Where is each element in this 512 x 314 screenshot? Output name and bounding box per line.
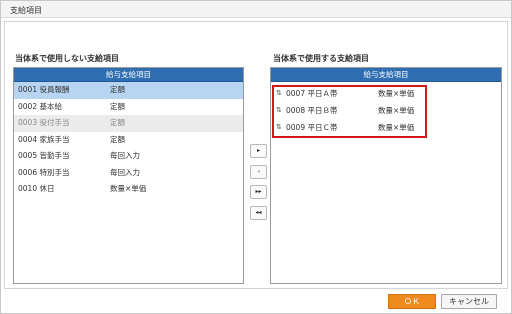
list-item[interactable]: 0010 休日 数量×単価 bbox=[14, 181, 243, 198]
ok-button[interactable]: ＯＫ bbox=[388, 294, 436, 309]
item-type-label: 定額 bbox=[110, 101, 125, 111]
item-type-label: 毎回入力 bbox=[110, 151, 140, 160]
item-type-label: 数量×単価 bbox=[110, 184, 147, 193]
dialog-footer: ＯＫ キャンセル bbox=[1, 292, 511, 314]
item-type-label: 毎回入力 bbox=[110, 167, 140, 177]
remove-all-button[interactable]: ◂◂ bbox=[250, 206, 267, 220]
left-panel-header: 給与支給項目 bbox=[14, 68, 243, 82]
item-type-label: 定額 bbox=[110, 118, 125, 127]
item-code-label: 0005 皆勤手当 bbox=[18, 151, 70, 160]
item-code-label: 0010 休日 bbox=[18, 184, 55, 193]
dialog-title: 支給項目 bbox=[1, 1, 511, 18]
add-all-button[interactable]: ▸▸ bbox=[250, 185, 267, 199]
right-panel-header: 給与支給項目 bbox=[271, 68, 501, 82]
item-code-label: 0002 基本給 bbox=[18, 101, 62, 111]
add-item-button[interactable]: ▸ bbox=[250, 144, 267, 158]
list-item[interactable]: 0003 役付手当 定額 bbox=[14, 115, 243, 132]
unused-items-list[interactable]: 給与支給項目 0001 役員報酬 定額 0002 基本給 定額 0003 役付手当 定額 0… bbox=[13, 67, 244, 284]
item-type-label: 定額 bbox=[110, 85, 125, 94]
item-code-label: 0003 役付手当 bbox=[18, 118, 70, 127]
list-item[interactable]: 0005 皆勤手当 毎回入力 bbox=[14, 148, 243, 165]
right-panel-label: 当体系で使用する支給項目 bbox=[273, 54, 369, 63]
list-item[interactable]: 0001 役員報酬 定額 bbox=[14, 82, 243, 99]
dialog-window: 支給項目 当体系で使用しない支給項目 給与支給項目 0001 役員報酬 定額 000… bbox=[0, 0, 512, 314]
highlight-annotation bbox=[272, 85, 427, 138]
list-item[interactable]: 0004 家族手当 定額 bbox=[14, 132, 243, 149]
left-panel-label: 当体系で使用しない支給項目 bbox=[15, 54, 119, 63]
remove-item-button[interactable]: ◂ bbox=[250, 165, 267, 179]
cancel-button[interactable]: キャンセル bbox=[441, 294, 497, 309]
item-code-label: 0004 家族手当 bbox=[18, 134, 70, 144]
list-item[interactable]: 0002 基本給 定額 bbox=[14, 99, 243, 116]
left-rows-container: 0001 役員報酬 定額 0002 基本給 定額 0003 役付手当 定額 0004 家族手… bbox=[14, 82, 243, 198]
list-item[interactable]: 0006 特別手当 毎回入力 bbox=[14, 165, 243, 182]
item-code-label: 0006 特別手当 bbox=[18, 167, 70, 177]
item-code-label: 0001 役員報酬 bbox=[18, 85, 70, 94]
item-type-label: 定額 bbox=[110, 134, 125, 144]
